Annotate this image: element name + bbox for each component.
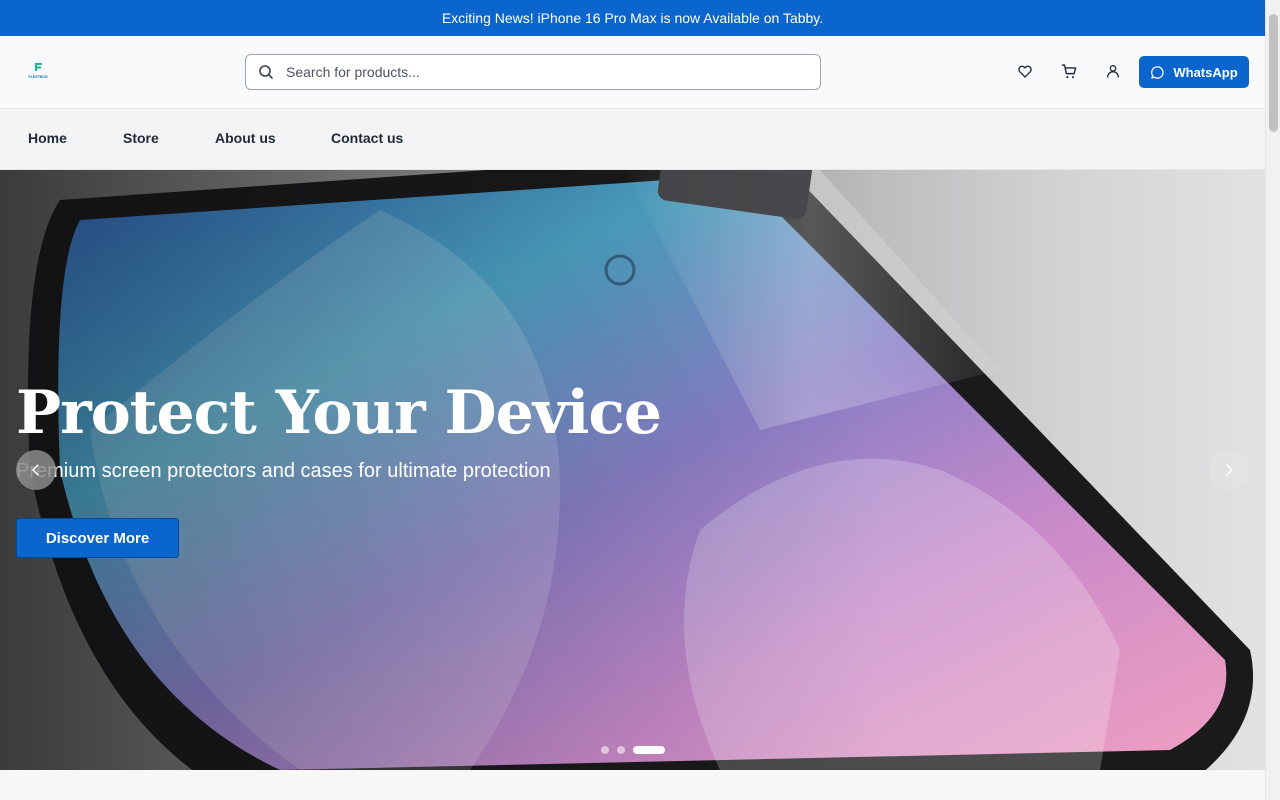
site-header: FLEXTECH WhatsApp [0,36,1265,109]
hero-carousel: Protect Your Device Premium screen prote… [0,170,1265,770]
nav-item-contact[interactable]: Contact us [331,130,403,146]
heart-icon[interactable] [1016,62,1034,80]
cart-icon[interactable] [1060,62,1078,80]
announcement-text: Exciting News! iPhone 16 Pro Max is now … [441,10,824,26]
search-bar [245,54,821,90]
user-icon[interactable] [1104,62,1122,80]
chevron-right-icon [1222,463,1236,477]
nav-item-home[interactable]: Home [28,130,67,146]
search-icon[interactable] [258,64,274,80]
nav-item-about[interactable]: About us [215,130,276,146]
scrollbar[interactable] [1265,0,1280,800]
main-nav: Home Store About us Contact us [0,109,1265,170]
carousel-dots [0,746,1265,754]
hero-title: Protect Your Device [16,378,662,448]
whatsapp-label: WhatsApp [1173,64,1238,80]
scrollbar-thumb[interactable] [1269,14,1278,132]
svg-text:FLEXTECH: FLEXTECH [29,75,48,79]
search-input[interactable] [286,64,786,80]
hero-subtitle: Premium screen protectors and cases for … [16,460,551,482]
nav-item-store[interactable]: Store [123,130,159,146]
chat-bubble-icon [1150,65,1165,80]
whatsapp-button[interactable]: WhatsApp [1139,56,1249,88]
announcement-bar: Exciting News! iPhone 16 Pro Max is now … [0,0,1265,36]
carousel-dot[interactable] [617,746,625,754]
discover-more-button[interactable]: Discover More [16,518,179,558]
chevron-left-icon [29,463,43,477]
site-logo[interactable]: FLEXTECH [23,63,53,79]
carousel-dot[interactable] [633,746,665,754]
carousel-prev-button[interactable] [16,450,56,490]
carousel-dot[interactable] [601,746,609,754]
carousel-next-button[interactable] [1209,450,1249,490]
